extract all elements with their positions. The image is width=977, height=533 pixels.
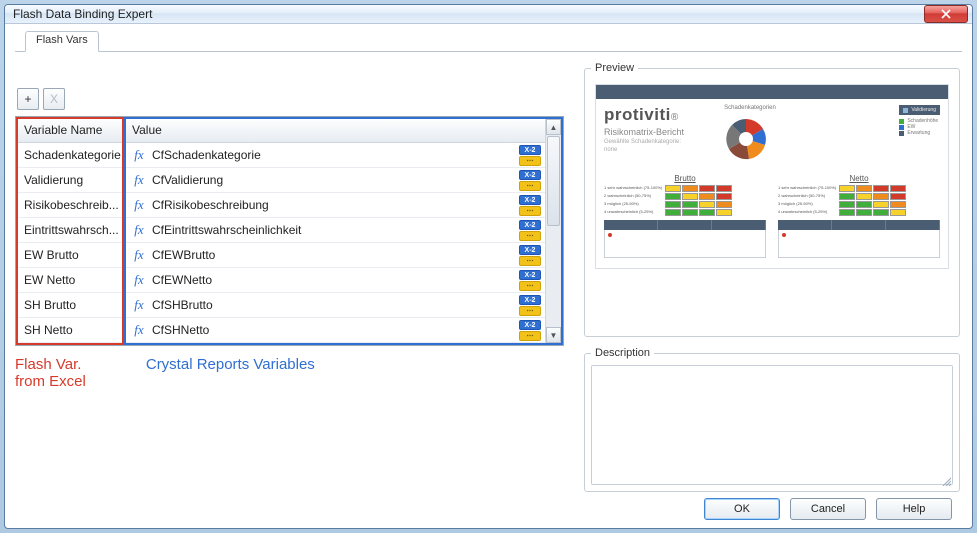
variable-name-cell[interactable]: EW Brutto bbox=[18, 243, 122, 268]
cancel-button[interactable]: Cancel bbox=[790, 498, 866, 520]
formula-edit-button[interactable]: X-2⋯ bbox=[519, 270, 541, 291]
formula-icon: fx bbox=[132, 172, 146, 188]
variable-name-cell[interactable]: SH Brutto bbox=[18, 293, 122, 318]
variable-name-cell[interactable]: Eintrittswahrsch... bbox=[18, 218, 122, 243]
annotation-from-excel: from Excel bbox=[15, 373, 86, 390]
preview-panel-brutto: Brutto 1 sehr wahrscheinlich (75-100%) 2… bbox=[604, 174, 766, 258]
value-text: CfEWBrutto bbox=[152, 248, 513, 262]
dialog-buttons: OK Cancel Help bbox=[15, 492, 962, 526]
variable-value-cell[interactable]: fx CfEintrittswahrscheinlichkeit X-2⋯ bbox=[126, 218, 545, 243]
formula-edit-button[interactable]: X-2⋯ bbox=[519, 245, 541, 266]
preview-legend: Preview bbox=[591, 62, 638, 74]
scroll-down-button[interactable]: ▼ bbox=[546, 327, 561, 343]
formula-icon: fx bbox=[132, 322, 146, 338]
dialog-window: Flash Data Binding Expert Flash Vars + X… bbox=[4, 4, 973, 529]
header-value[interactable]: Value bbox=[126, 119, 545, 143]
window-title: Flash Data Binding Expert bbox=[13, 7, 152, 21]
description-textarea[interactable] bbox=[591, 365, 953, 485]
value-text: CfSHNetto bbox=[152, 323, 513, 337]
titlebar: Flash Data Binding Expert bbox=[5, 5, 972, 24]
formula-icon: fx bbox=[132, 197, 146, 213]
description-legend: Description bbox=[591, 347, 654, 359]
formula-edit-button[interactable]: X-2⋯ bbox=[519, 320, 541, 341]
variable-value-cell[interactable]: fx CfEWBrutto X-2⋯ bbox=[126, 243, 545, 268]
variable-name-cell[interactable]: Schadenkategorie bbox=[18, 143, 122, 168]
value-text: CfEWNetto bbox=[152, 273, 513, 287]
preview-report-title: Risikomatrix-Bericht bbox=[604, 127, 704, 137]
scroll-up-button[interactable]: ▲ bbox=[546, 119, 561, 135]
scroll-thumb[interactable] bbox=[547, 136, 560, 226]
remove-row-button[interactable]: X bbox=[43, 88, 65, 110]
variable-name-cell[interactable]: EW Netto bbox=[18, 268, 122, 293]
formula-edit-button[interactable]: X-2⋯ bbox=[519, 145, 541, 166]
close-button[interactable] bbox=[924, 5, 968, 23]
formula-edit-button[interactable]: X-2⋯ bbox=[519, 295, 541, 316]
formula-icon: fx bbox=[132, 147, 146, 163]
formula-icon: fx bbox=[132, 272, 146, 288]
description-group: Description bbox=[584, 347, 960, 492]
preview-report-sub2: none bbox=[604, 147, 704, 153]
formula-icon: fx bbox=[132, 222, 146, 238]
header-variable-name[interactable]: Variable Name bbox=[18, 119, 122, 143]
variable-name-cell[interactable]: SH Netto bbox=[18, 318, 122, 343]
value-text: CfEintrittswahrscheinlichkeit bbox=[152, 223, 513, 237]
formula-icon: fx bbox=[132, 247, 146, 263]
ok-button[interactable]: OK bbox=[704, 498, 780, 520]
value-text: CfRisikobeschreibung bbox=[152, 198, 513, 212]
help-button[interactable]: Help bbox=[876, 498, 952, 520]
value-text: CfSHBrutto bbox=[152, 298, 513, 312]
value-text: CfSchadenkategorie bbox=[152, 148, 513, 162]
formula-edit-button[interactable]: X-2⋯ bbox=[519, 170, 541, 191]
formula-icon: fx bbox=[132, 297, 146, 313]
preview-brand: protiviti® bbox=[604, 105, 704, 125]
close-icon bbox=[941, 9, 951, 19]
annotation-crystal-reports: Crystal Reports Variables bbox=[146, 356, 315, 390]
variable-value-cell[interactable]: fx CfValidierung X-2⋯ bbox=[126, 168, 545, 193]
preview-report-sub: Gewählte Schadenkategorie: bbox=[604, 139, 704, 145]
annotations: Flash Var. from Excel Crystal Reports Va… bbox=[15, 356, 564, 390]
formula-edit-button[interactable]: X-2⋯ bbox=[519, 220, 541, 241]
preview-image: protiviti® Risikomatrix-Bericht Gewählte… bbox=[595, 84, 949, 269]
variable-value-cell[interactable]: fx CfSchadenkategorie X-2⋯ bbox=[126, 143, 545, 168]
add-row-button[interactable]: + bbox=[17, 88, 39, 110]
variable-value-cell[interactable]: fx CfEWNetto X-2⋯ bbox=[126, 268, 545, 293]
scrollbar[interactable]: ▲ ▼ bbox=[545, 119, 561, 343]
preview-panel-netto: Netto 1 sehr wahrscheinlich (75-100%) 2 … bbox=[778, 174, 940, 258]
preview-legend-box: Validierung Schadenhöhe EW Erwartung bbox=[899, 105, 940, 136]
variable-name-cell[interactable]: Validierung bbox=[18, 168, 122, 193]
variable-value-cell[interactable]: fx CfSHNetto X-2⋯ bbox=[126, 318, 545, 343]
annotation-flash-var: Flash Var. bbox=[15, 356, 86, 373]
variable-value-cell[interactable]: fx CfSHBrutto X-2⋯ bbox=[126, 293, 545, 318]
preview-group: Preview protiviti® Risikomatrix-Bericht … bbox=[584, 62, 960, 337]
variable-grid: Variable Name SchadenkategorieValidierun… bbox=[15, 116, 564, 346]
resize-handle-icon bbox=[941, 473, 951, 483]
value-text: CfValidierung bbox=[152, 173, 513, 187]
tab-flash-vars[interactable]: Flash Vars bbox=[25, 31, 99, 52]
variable-value-cell[interactable]: fx CfRisikobeschreibung X-2⋯ bbox=[126, 193, 545, 218]
preview-pie-chart: Schadenkategorien bbox=[722, 105, 778, 166]
tabstrip: Flash Vars bbox=[15, 30, 962, 52]
variable-name-cell[interactable]: Risikobeschreib... bbox=[18, 193, 122, 218]
formula-edit-button[interactable]: X-2⋯ bbox=[519, 195, 541, 216]
name-column: Variable Name SchadenkategorieValidierun… bbox=[16, 117, 124, 345]
value-column: Value fx CfSchadenkategorie X-2⋯ fx CfValidi… bbox=[124, 117, 563, 345]
